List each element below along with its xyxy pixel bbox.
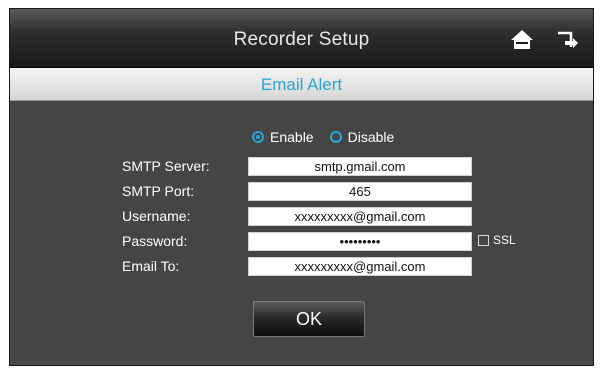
enable-radio[interactable]	[252, 131, 264, 143]
disable-radio[interactable]	[329, 131, 342, 143]
back-exit-icon[interactable]	[555, 29, 579, 51]
enable-radio-group: Enable Disable	[252, 128, 404, 146]
email-to-label: Email To:	[122, 258, 180, 274]
username-input[interactable]: xxxxxxxxx@gmail.com	[248, 207, 472, 226]
title-bar: Recorder Setup	[10, 9, 593, 68]
email-to-input[interactable]: xxxxxxxxx@gmail.com	[248, 257, 472, 276]
password-input[interactable]: •••••••••	[248, 232, 472, 251]
email-alert-form: Enable Disable SMTP Server: smtp.gmail.c…	[10, 101, 593, 361]
disable-label[interactable]: Disable	[348, 129, 395, 145]
section-header: Email Alert	[10, 68, 593, 101]
ssl-label[interactable]: SSL	[493, 233, 516, 247]
ssl-checkbox[interactable]	[478, 234, 489, 246]
smtp-port-input[interactable]: 465	[248, 182, 472, 201]
recorder-setup-window: Recorder Setup Email Alert Enable Disabl…	[9, 8, 594, 366]
smtp-port-label: SMTP Port:	[122, 183, 195, 199]
ok-button[interactable]: OK	[253, 301, 365, 337]
window-title: Recorder Setup	[233, 29, 370, 50]
section-title: Email Alert	[260, 75, 343, 94]
username-label: Username:	[122, 208, 191, 224]
enable-label[interactable]: Enable	[270, 129, 314, 145]
password-label: Password:	[122, 233, 188, 249]
smtp-server-label: SMTP Server:	[122, 158, 210, 174]
ssl-option: SSL	[478, 233, 516, 247]
smtp-server-input[interactable]: smtp.gmail.com	[248, 157, 472, 176]
home-icon[interactable]	[510, 29, 534, 51]
